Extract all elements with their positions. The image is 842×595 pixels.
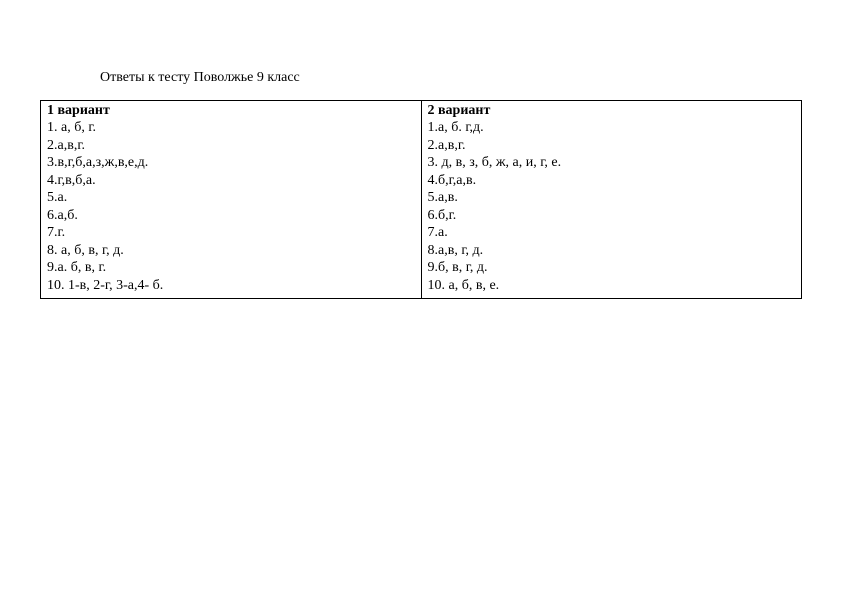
- variant2-line: 4.б,г,а,в.: [428, 172, 796, 190]
- variant2-line: 10. а, б, в, е.: [428, 277, 796, 295]
- variant2-header: 2 вариант: [428, 103, 796, 119]
- variant1-line: 8. а, б, в, г, д.: [47, 242, 415, 260]
- variant1-line: 1. а, б, г.: [47, 119, 415, 137]
- variant1-line: 5.а.: [47, 189, 415, 207]
- variant2-line: 3. д, в, з, б, ж, а, и, г, е.: [428, 154, 796, 172]
- variant2-line: 8.а,в, г, д.: [428, 242, 796, 260]
- variant1-line: 9.а. б, в, г.: [47, 259, 415, 277]
- variant1-line: 6.а,б.: [47, 207, 415, 225]
- variant1-line: 2.а,в,г.: [47, 137, 415, 155]
- variant1-cell: 1 вариант 1. а, б, г. 2.а,в,г. 3.в,г,б,а…: [41, 101, 422, 299]
- variant2-line: 2.а,в,г.: [428, 137, 796, 155]
- variant2-line: 1.а, б. г,д.: [428, 119, 796, 137]
- page-title: Ответы к тесту Поволжье 9 класс: [100, 70, 802, 86]
- variant2-line: 5.а,в.: [428, 189, 796, 207]
- variant1-line: 10. 1-в, 2-г, 3-а,4- б.: [47, 277, 415, 295]
- variant1-line: 3.в,г,б,а,з,ж,в,е,д.: [47, 154, 415, 172]
- variant1-line: 7.г.: [47, 224, 415, 242]
- variant2-line: 6.б,г.: [428, 207, 796, 225]
- variant2-cell: 2 вариант 1.а, б. г,д. 2.а,в,г. 3. д, в,…: [421, 101, 802, 299]
- variant2-line: 9.б, в, г, д.: [428, 259, 796, 277]
- variant1-header: 1 вариант: [47, 103, 415, 119]
- answers-table: 1 вариант 1. а, б, г. 2.а,в,г. 3.в,г,б,а…: [40, 100, 802, 299]
- variant1-line: 4.г,в,б,а.: [47, 172, 415, 190]
- variant2-line: 7.а.: [428, 224, 796, 242]
